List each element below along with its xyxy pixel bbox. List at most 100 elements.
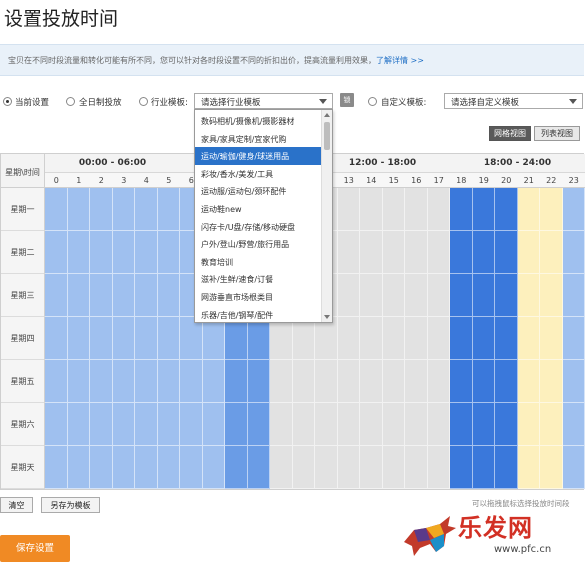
- radio-industry-template[interactable]: [139, 97, 148, 106]
- time-slot-cell[interactable]: [247, 403, 270, 446]
- dropdown-option[interactable]: 乐器/吉他/钢琴/配件: [195, 306, 322, 322]
- time-slot-cell[interactable]: [427, 188, 450, 231]
- time-slot-cell[interactable]: [405, 231, 428, 274]
- time-slot-cell[interactable]: [562, 446, 585, 489]
- scroll-up-icon[interactable]: [324, 113, 330, 117]
- time-slot-cell[interactable]: [180, 403, 203, 446]
- time-slot-cell[interactable]: [472, 274, 495, 317]
- hour-label[interactable]: 19: [473, 176, 496, 185]
- time-slot-cell[interactable]: [337, 403, 360, 446]
- hour-label[interactable]: 13: [338, 176, 361, 185]
- list-view-button[interactable]: 列表视图: [534, 126, 580, 141]
- time-slot-cell[interactable]: [382, 274, 405, 317]
- scroll-thumb[interactable]: [324, 122, 330, 150]
- time-slot-cell[interactable]: [270, 317, 293, 360]
- time-slot-cell[interactable]: [472, 231, 495, 274]
- time-slot-cell[interactable]: [202, 317, 225, 360]
- time-slot-cell[interactable]: [337, 231, 360, 274]
- time-slot-cell[interactable]: [382, 446, 405, 489]
- time-slot-cell[interactable]: [562, 360, 585, 403]
- time-slot-cell[interactable]: [315, 360, 338, 403]
- time-slot-cell[interactable]: [292, 317, 315, 360]
- time-slot-cell[interactable]: [517, 360, 540, 403]
- hour-label[interactable]: 14: [360, 176, 383, 185]
- time-slot-cell[interactable]: [382, 231, 405, 274]
- time-slot-cell[interactable]: [540, 274, 563, 317]
- time-slot-cell[interactable]: [360, 274, 383, 317]
- radio-current-setting[interactable]: [3, 97, 12, 106]
- time-slot-cell[interactable]: [157, 231, 180, 274]
- time-slot-cell[interactable]: [562, 403, 585, 446]
- day-label[interactable]: 星期三: [1, 274, 45, 317]
- time-slot-cell[interactable]: [495, 360, 518, 403]
- time-slot-cell[interactable]: [135, 231, 158, 274]
- hour-label[interactable]: 3: [113, 176, 136, 185]
- time-slot-cell[interactable]: [135, 360, 158, 403]
- time-slot-cell[interactable]: [90, 317, 113, 360]
- time-slot-cell[interactable]: [45, 274, 68, 317]
- dropdown-option[interactable]: 运动鞋new: [195, 200, 322, 218]
- time-slot-cell[interactable]: [495, 188, 518, 231]
- time-slot-cell[interactable]: [405, 446, 428, 489]
- day-label[interactable]: 星期二: [1, 231, 45, 274]
- dropdown-option[interactable]: 运动服/运动包/颈环配件: [195, 182, 322, 200]
- time-slot-cell[interactable]: [495, 403, 518, 446]
- time-slot-cell[interactable]: [405, 403, 428, 446]
- time-slot-cell[interactable]: [337, 360, 360, 403]
- time-slot-cell[interactable]: [360, 188, 383, 231]
- time-slot-cell[interactable]: [540, 317, 563, 360]
- time-slot-cell[interactable]: [67, 403, 90, 446]
- time-slot-cell[interactable]: [360, 403, 383, 446]
- time-slot-cell[interactable]: [157, 188, 180, 231]
- time-slot-cell[interactable]: [112, 231, 135, 274]
- time-slot-cell[interactable]: [495, 446, 518, 489]
- time-slot-cell[interactable]: [337, 446, 360, 489]
- time-slot-cell[interactable]: [157, 446, 180, 489]
- time-slot-cell[interactable]: [495, 317, 518, 360]
- time-slot-cell[interactable]: [540, 188, 563, 231]
- time-slot-cell[interactable]: [202, 446, 225, 489]
- time-slot-cell[interactable]: [405, 360, 428, 403]
- industry-template-select[interactable]: 请选择行业模板: [194, 93, 333, 109]
- dropdown-option[interactable]: 网游垂直市场根类目: [195, 288, 322, 306]
- time-slot-cell[interactable]: [337, 317, 360, 360]
- hour-label[interactable]: 23: [563, 176, 586, 185]
- time-slot-cell[interactable]: [292, 360, 315, 403]
- day-label[interactable]: 星期天: [1, 446, 45, 489]
- time-slot-cell[interactable]: [270, 446, 293, 489]
- time-slot-cell[interactable]: [90, 360, 113, 403]
- time-slot-cell[interactable]: [247, 360, 270, 403]
- time-slot-cell[interactable]: [180, 446, 203, 489]
- time-slot-cell[interactable]: [45, 360, 68, 403]
- time-slot-cell[interactable]: [450, 231, 473, 274]
- radio-custom-template[interactable]: [368, 97, 377, 106]
- time-slot-cell[interactable]: [517, 188, 540, 231]
- hour-label[interactable]: 17: [428, 176, 451, 185]
- time-slot-cell[interactable]: [427, 274, 450, 317]
- time-slot-cell[interactable]: [90, 274, 113, 317]
- time-slot-cell[interactable]: [450, 188, 473, 231]
- hour-label[interactable]: 15: [383, 176, 406, 185]
- time-slot-cell[interactable]: [405, 317, 428, 360]
- save-settings-button[interactable]: 保存设置: [0, 535, 70, 562]
- time-slot-cell[interactable]: [45, 317, 68, 360]
- time-slot-cell[interactable]: [360, 446, 383, 489]
- time-slot-cell[interactable]: [225, 317, 248, 360]
- time-slot-cell[interactable]: [112, 188, 135, 231]
- time-slot-cell[interactable]: [112, 446, 135, 489]
- hour-label[interactable]: 21: [518, 176, 541, 185]
- time-slot-cell[interactable]: [405, 188, 428, 231]
- time-slot-cell[interactable]: [472, 360, 495, 403]
- time-slot-cell[interactable]: [292, 446, 315, 489]
- radio-all-day[interactable]: [66, 97, 75, 106]
- time-slot-cell[interactable]: [472, 446, 495, 489]
- hour-label[interactable]: 20: [495, 176, 518, 185]
- dropdown-option[interactable]: 闪存卡/U盘/存储/移动硬盘: [195, 218, 322, 236]
- hour-label[interactable]: 5: [158, 176, 181, 185]
- time-slot-cell[interactable]: [540, 403, 563, 446]
- time-slot-cell[interactable]: [247, 446, 270, 489]
- time-slot-cell[interactable]: [540, 360, 563, 403]
- time-slot-cell[interactable]: [292, 403, 315, 446]
- time-slot-cell[interactable]: [562, 274, 585, 317]
- time-slot-cell[interactable]: [90, 188, 113, 231]
